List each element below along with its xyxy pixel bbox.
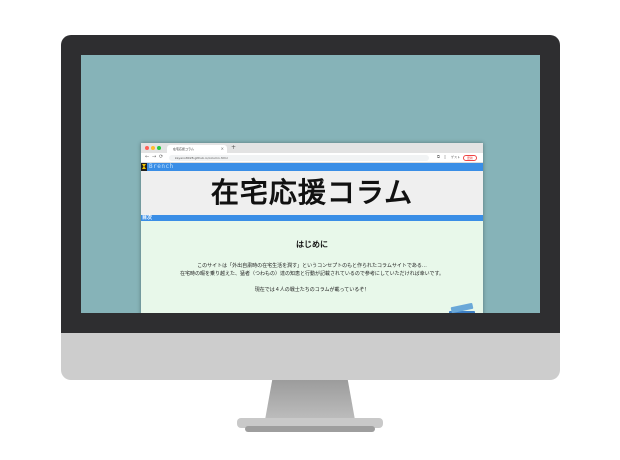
intro-line-3: 現在では４人の戦士たちのコラムが載っているぞ！ (254, 287, 370, 293)
forward-arrow-icon[interactable]: → (152, 154, 156, 160)
close-window-button[interactable] (145, 146, 149, 150)
update-button[interactable]: 更新 (463, 154, 477, 161)
brand-logo-icon (142, 164, 146, 169)
desktop-monitor: 在宅応援コラム × + ← → ⟳ kayano8028.github.io/c… (61, 35, 560, 380)
maximize-window-button[interactable] (157, 146, 161, 150)
new-tab-button[interactable]: + (231, 144, 236, 151)
monitor-stand-neck (265, 380, 355, 420)
intro-section: はじめに このサイトは「外出自粛時の在宅生活を潤す」というコンセプトのもと作られ… (141, 221, 483, 313)
monitor-screen: 在宅応援コラム × + ← → ⟳ kayano8028.github.io/c… (81, 55, 540, 313)
reload-icon[interactable]: ⟳ (159, 154, 163, 160)
url-input[interactable]: kayano8028.github.io/column.html (169, 154, 429, 161)
tab-title: 在宅応援コラム (173, 147, 194, 151)
monitor-stand-shadow (245, 426, 375, 432)
browser-window: 在宅応援コラム × + ← → ⟳ kayano8028.github.io/c… (141, 143, 483, 313)
browser-tab-bar: 在宅応援コラム × + (141, 143, 483, 153)
tab-close-icon[interactable]: × (221, 145, 224, 153)
address-bar-row: ← → ⟳ kayano8028.github.io/column.html ⧉… (141, 153, 483, 163)
profile-label[interactable]: ゲスト (451, 155, 460, 159)
browser-tab[interactable]: 在宅応援コラム × (167, 145, 227, 153)
monitor-bezel: 在宅応援コラム × + ← → ⟳ kayano8028.github.io/c… (61, 35, 560, 333)
intro-line-1: このサイトは「外出自粛時の在宅生活を潤す」というコンセプトのもと作られたコラムサ… (197, 263, 427, 269)
site-logo[interactable] (141, 163, 147, 171)
intro-line-2: 在宅時の暇を乗り越えた、猛者（つわもの）達の知恵と行動が記載されているので参考に… (179, 271, 445, 277)
books-illustration (445, 297, 479, 313)
site-header-bar: Brench (141, 163, 483, 171)
back-arrow-icon[interactable]: ← (145, 154, 149, 160)
share-icon[interactable]: ⧉ (437, 154, 440, 159)
title-banner: 在宅応援コラム (141, 171, 483, 215)
sidebar-icon[interactable]: ▯ (444, 154, 446, 159)
page-title: 在宅応援コラム (210, 176, 414, 209)
monitor-chin (61, 333, 560, 380)
minimize-window-button[interactable] (151, 146, 155, 150)
brand-name[interactable]: Brench (149, 163, 174, 171)
intro-heading: はじめに (296, 240, 328, 249)
